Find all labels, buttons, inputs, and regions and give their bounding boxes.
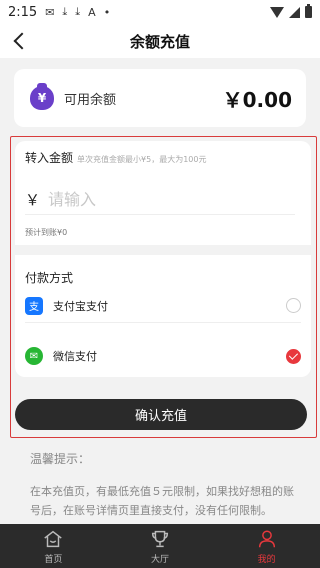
alipay-icon: 支 bbox=[25, 296, 43, 315]
page-title: 余额充值 bbox=[129, 32, 190, 51]
amount-hint: 单次充值金额最小¥5，最大为100元 bbox=[77, 155, 207, 164]
wifi-icon bbox=[270, 6, 284, 18]
tab-mine[interactable]: 我的 bbox=[213, 524, 320, 568]
amount-label: 转入金额 bbox=[25, 151, 74, 165]
section-divider bbox=[15, 245, 311, 255]
download-icon: ⤓ bbox=[62, 5, 68, 18]
amount-input[interactable] bbox=[48, 190, 249, 209]
user-icon bbox=[256, 528, 278, 550]
battery-icon bbox=[305, 4, 312, 18]
alipay-radio[interactable] bbox=[286, 298, 301, 313]
tab-home[interactable]: 首页 bbox=[0, 524, 107, 568]
amount-input-row: ￥ bbox=[25, 185, 295, 215]
wechat-radio-checked[interactable] bbox=[286, 348, 301, 364]
status-bar: 2:15 ✉ ⤓ ⤓ A • bbox=[0, 0, 320, 24]
tips-title: 温馨提示： bbox=[30, 452, 91, 466]
payment-option-wechat[interactable]: ✉ 微信支付 bbox=[25, 339, 301, 373]
balance-label: 可用余额 bbox=[64, 92, 117, 108]
tab-home-label: 首页 bbox=[44, 554, 63, 565]
tips-line: 号后，在账号详情页里直接支付，没有任何限制。 bbox=[30, 504, 272, 517]
payment-option-alipay[interactable]: 支 支付宝支付 bbox=[25, 289, 301, 323]
font-icon: A bbox=[88, 5, 96, 19]
tab-hall[interactable]: 大厅 bbox=[107, 524, 214, 568]
trophy-icon bbox=[149, 528, 171, 550]
expected-amount: 预计到账¥0 bbox=[25, 228, 68, 237]
bottom-tab-bar: 首页 大厅 我的 bbox=[0, 524, 320, 568]
mail-icon: ✉ bbox=[45, 5, 55, 19]
payment-option-label: 支付宝支付 bbox=[53, 299, 108, 313]
currency-symbol: ￥ bbox=[25, 191, 41, 209]
confirm-recharge-button[interactable]: 确认充值 bbox=[15, 399, 307, 430]
tab-mine-label: 我的 bbox=[257, 554, 276, 565]
back-arrow-icon[interactable] bbox=[10, 31, 30, 51]
recharge-form: 转入金额 单次充值金额最小¥5，最大为100元 ￥ 预计到账¥0 付款方式 支 … bbox=[15, 141, 311, 377]
balance-amount: ￥0.00 bbox=[222, 87, 292, 112]
download-icon: ⤓ bbox=[75, 5, 81, 18]
tips-line: 在本充值页，有最低充值５元限制，如果找好想租的账 bbox=[30, 485, 294, 498]
tab-hall-label: 大厅 bbox=[151, 554, 170, 565]
home-icon bbox=[42, 528, 64, 550]
recharge-panel: 转入金额 单次充值金额最小¥5，最大为100元 ￥ 预计到账¥0 付款方式 支 … bbox=[10, 136, 317, 438]
balance-card: ¥ 可用余额 ￥0.00 bbox=[14, 69, 306, 127]
dot-icon: • bbox=[103, 5, 111, 19]
payment-method-label: 付款方式 bbox=[25, 271, 74, 285]
wechat-icon: ✉ bbox=[25, 347, 43, 365]
status-time: 2:15 bbox=[8, 4, 38, 20]
signal-icon bbox=[289, 6, 300, 18]
payment-option-label: 微信支付 bbox=[53, 350, 97, 363]
amount-header: 转入金额 单次充值金额最小¥5，最大为100元 bbox=[25, 149, 206, 166]
navigation-bar: 余额充值 bbox=[0, 24, 320, 58]
tips-text: 在本充值页，有最低充值５元限制，如果找好想租的账 号后，在账号详情页里直接支付，… bbox=[30, 482, 320, 520]
wallet-icon: ¥ bbox=[30, 83, 54, 110]
